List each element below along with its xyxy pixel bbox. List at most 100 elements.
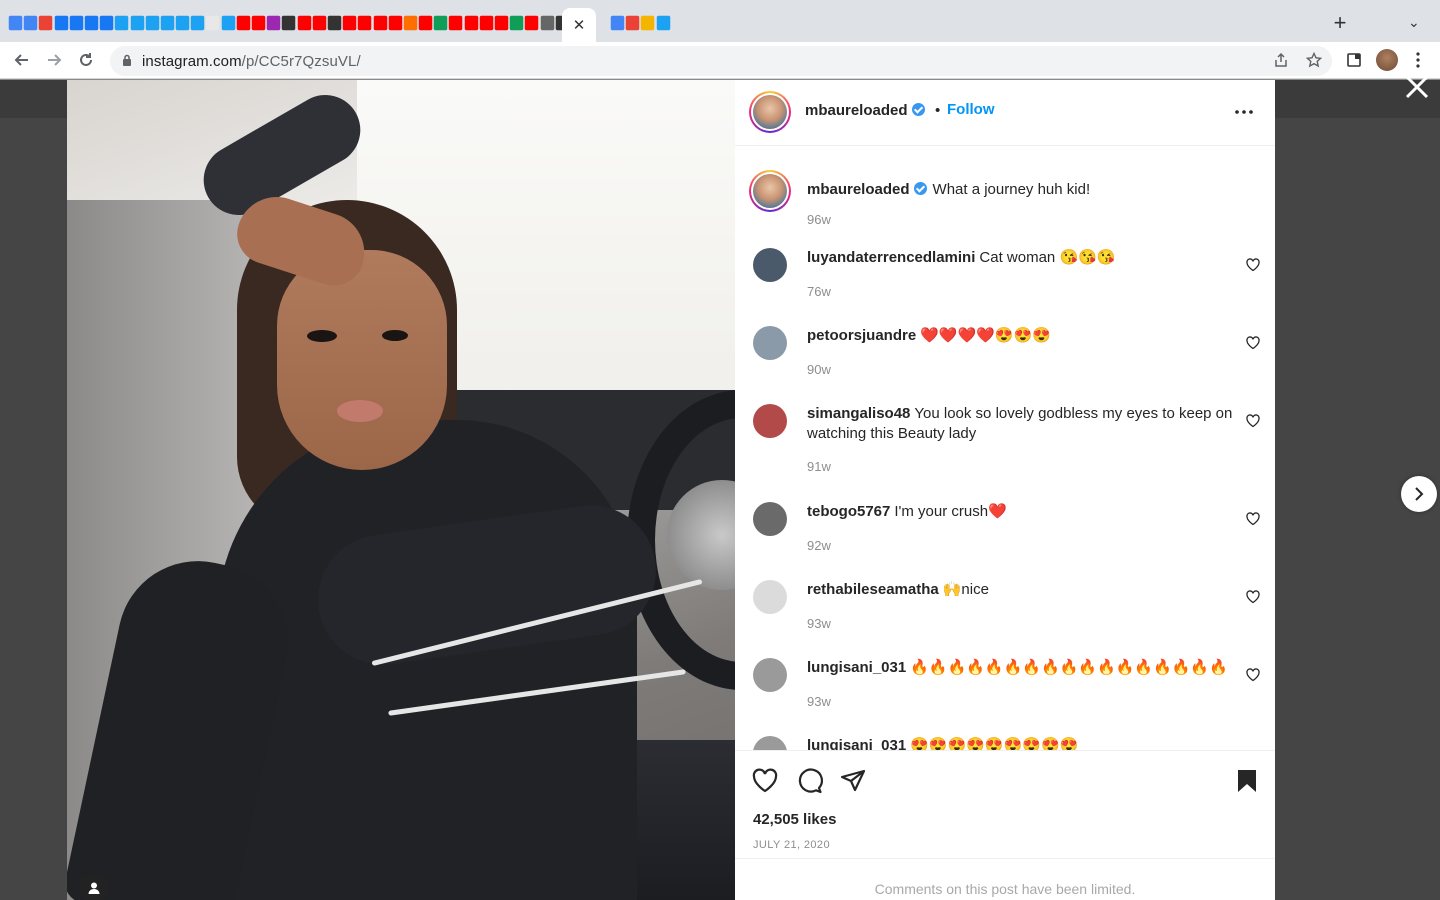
like-comment-icon[interactable] — [1246, 512, 1260, 526]
commenter-username[interactable]: rethabileseamatha — [807, 581, 939, 598]
comment-icon[interactable] — [795, 767, 823, 795]
post-photo[interactable] — [67, 80, 735, 900]
tab-favicon-icon[interactable] — [403, 15, 418, 31]
profile-avatar[interactable] — [1376, 49, 1398, 71]
like-icon[interactable] — [751, 767, 779, 795]
comment-time[interactable]: 91w — [807, 459, 831, 474]
commenter-avatar[interactable] — [753, 658, 787, 692]
post-date[interactable]: JULY 21, 2020 — [753, 839, 830, 851]
tab-favicon-icon[interactable] — [115, 15, 129, 31]
forward-icon[interactable] — [42, 48, 66, 72]
save-bookmark-icon[interactable] — [1233, 767, 1261, 795]
tab-favicon-icon[interactable] — [509, 15, 524, 31]
tab-favicon-icon[interactable] — [312, 15, 327, 31]
commenter-avatar[interactable] — [753, 580, 787, 614]
commenter-avatar[interactable] — [753, 404, 787, 438]
tab-favicon-icon[interactable] — [175, 15, 190, 31]
comment-time[interactable]: 92w — [807, 538, 831, 553]
commenter-username[interactable]: lungisani_031 — [807, 737, 906, 750]
tab-favicon-icon[interactable] — [327, 15, 342, 31]
close-modal-icon[interactable] — [1402, 74, 1432, 104]
like-comment-icon[interactable] — [1246, 258, 1260, 272]
tab-favicon-icon[interactable] — [297, 15, 311, 31]
tab-favicon-icon[interactable] — [373, 15, 387, 31]
tab-favicon-icon[interactable] — [8, 15, 23, 31]
tab-favicon-icon[interactable] — [540, 15, 554, 31]
tab-close-icon[interactable]: ✕ — [573, 16, 586, 34]
tab-favicon-icon[interactable] — [84, 15, 99, 31]
share-icon[interactable] — [1274, 52, 1288, 72]
commenter-username[interactable]: simangaliso48 — [807, 405, 910, 422]
new-tab-button[interactable]: + — [1330, 12, 1350, 34]
tab-favicon-icon[interactable] — [388, 15, 403, 31]
commenter-username[interactable]: lungisani_031 — [807, 659, 906, 676]
commenter-username[interactable]: luyandaterrencedlamini — [807, 249, 975, 266]
like-count[interactable]: 42,505 likes — [753, 811, 836, 828]
share-icon[interactable] — [839, 767, 867, 795]
commenter-avatar[interactable] — [753, 248, 787, 282]
tab-favicon-icon[interactable] — [641, 15, 655, 31]
address-bar[interactable]: instagram.com/p/CC5r7QzsuVL/ — [110, 46, 1332, 76]
like-comment-icon[interactable] — [1246, 414, 1260, 428]
tab-favicon-icon[interactable] — [145, 15, 160, 31]
extension-icon[interactable] — [1342, 48, 1366, 72]
like-comment-icon[interactable] — [1246, 336, 1260, 350]
comment-time[interactable]: 93w — [807, 616, 831, 631]
next-post-button[interactable] — [1401, 476, 1437, 512]
tab-favicon-icon[interactable] — [282, 15, 296, 31]
tab-favicon-icon[interactable] — [221, 15, 236, 31]
tab-favicon-icon[interactable] — [191, 15, 205, 31]
tab-favicon-icon[interactable] — [23, 15, 38, 31]
tab-favicon-icon[interactable] — [625, 15, 640, 31]
comment-time[interactable]: 90w — [807, 362, 831, 377]
tab-favicon-icon[interactable] — [479, 15, 494, 31]
commenter-avatar[interactable] — [753, 736, 787, 750]
tab-favicons[interactable] — [8, 15, 1318, 33]
tab-favicon-icon[interactable] — [251, 15, 266, 31]
commenter-avatar[interactable] — [753, 326, 787, 360]
tab-favicon-icon[interactable] — [464, 15, 479, 31]
commenter-username[interactable]: petoorsjuandre — [807, 327, 916, 344]
tab-favicon-icon[interactable] — [39, 15, 53, 31]
more-options-icon[interactable] — [1235, 98, 1253, 119]
tab-favicon-icon[interactable] — [266, 15, 281, 31]
caption-username[interactable]: mbaureloaded — [807, 181, 910, 198]
author-avatar[interactable] — [749, 91, 791, 133]
comment-time[interactable]: 76w — [807, 284, 831, 299]
comments-list[interactable]: mbaureloaded What a journey huh kid! 96w … — [735, 146, 1275, 750]
tab-search-icon[interactable]: ⌄ — [1408, 14, 1420, 31]
like-comment-icon[interactable] — [1246, 668, 1260, 682]
tab-favicon-icon[interactable] — [434, 15, 448, 31]
comment-time[interactable]: 93w — [807, 694, 831, 709]
kebab-menu-icon[interactable] — [1406, 48, 1430, 72]
tab-favicon-icon[interactable] — [206, 15, 220, 31]
comment-row: lungisani_031 🔥🔥🔥🔥🔥🔥🔥🔥🔥🔥🔥🔥🔥🔥🔥🔥🔥 93w — [735, 658, 1275, 718]
follow-button[interactable]: Follow — [947, 101, 995, 118]
comment-row: rethabileseamatha 🙌nice 93w — [735, 580, 1275, 640]
tab-favicon-icon[interactable] — [418, 15, 433, 31]
tab-favicon-icon[interactable] — [236, 15, 251, 31]
commenter-avatar[interactable] — [753, 502, 787, 536]
tab-favicon-icon[interactable] — [610, 15, 625, 31]
tab-favicon-icon[interactable] — [358, 15, 372, 31]
caption-avatar[interactable] — [749, 170, 791, 212]
commenter-username[interactable]: tebogo5767 — [807, 503, 890, 520]
tab-favicon-icon[interactable] — [54, 15, 68, 31]
like-comment-icon[interactable] — [1246, 590, 1260, 604]
tab-favicon-icon[interactable] — [525, 15, 539, 31]
tab-favicon-icon[interactable] — [160, 15, 175, 31]
back-icon[interactable] — [10, 48, 34, 72]
tab-favicon-icon[interactable] — [130, 15, 144, 31]
reload-icon[interactable] — [74, 48, 98, 72]
tab-favicon-icon[interactable] — [342, 15, 357, 31]
bookmark-star-icon[interactable] — [1305, 51, 1323, 72]
caption-time[interactable]: 96w — [807, 212, 831, 227]
tab-favicon-icon[interactable] — [494, 15, 509, 31]
tab-favicon-icon[interactable] — [656, 15, 670, 31]
tab-favicon-icon[interactable] — [99, 15, 114, 31]
active-tab[interactable]: ✕ — [562, 8, 596, 42]
author-username[interactable]: mbaureloaded — [805, 102, 925, 119]
tagged-users-icon[interactable] — [79, 873, 109, 900]
tab-favicon-icon[interactable] — [69, 15, 84, 31]
tab-favicon-icon[interactable] — [449, 15, 463, 31]
